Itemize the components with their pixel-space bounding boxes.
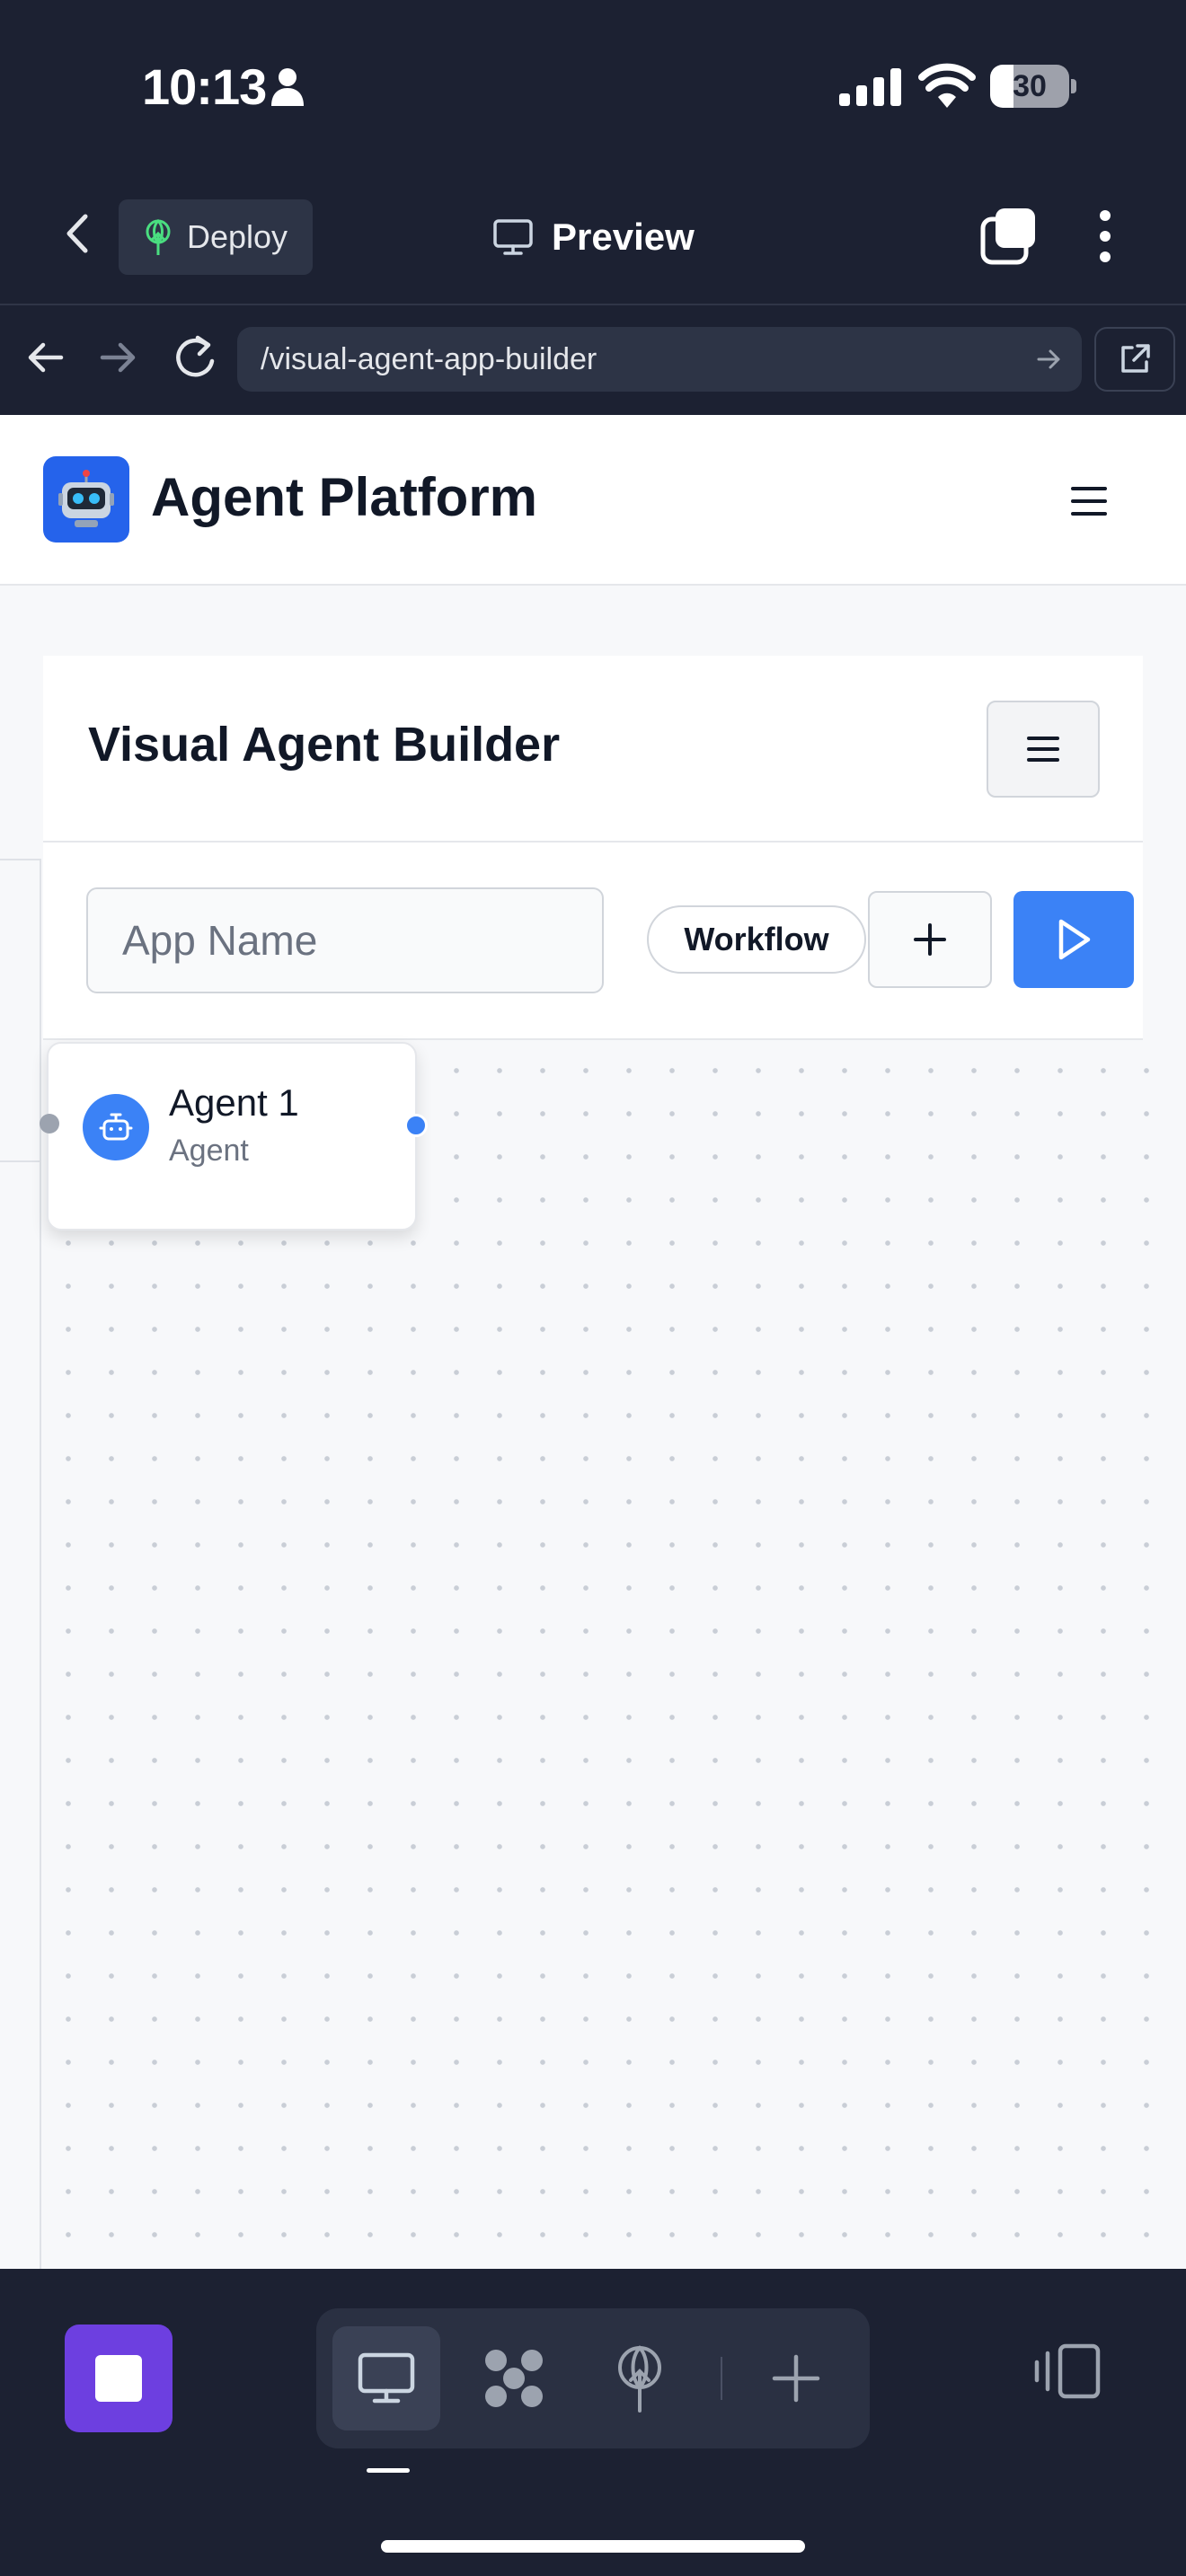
robot-logo-icon [43,456,129,543]
hamburger-menu-icon[interactable] [1069,483,1109,519]
url-field[interactable]: /visual-agent-app-builder [237,327,1082,392]
battery-percent: 30 [1013,69,1047,103]
app-name-input[interactable] [86,887,604,993]
hamburger-menu-icon [1027,737,1059,762]
builder-title: Visual Agent Builder [88,718,561,772]
dock-deploy-button[interactable] [586,2326,694,2430]
status-time: 10:13 [142,58,267,115]
agent-node-name: Agent 1 [169,1081,299,1124]
builder-menu-button[interactable] [987,701,1100,798]
reload-icon[interactable] [171,331,221,384]
view-dock [316,2308,870,2448]
stop-icon [95,2355,142,2402]
deploy-icon [146,219,171,255]
monitor-icon [358,2352,415,2404]
plus-icon [914,923,946,956]
active-tab-indicator [367,2468,410,2473]
battery-indicator: 30 [990,65,1076,108]
browser-forward-icon[interactable] [95,334,142,381]
dock-preview-button[interactable] [332,2326,440,2430]
deploy-icon [618,2345,661,2413]
browser-bar: /visual-agent-app-builder [0,307,1186,415]
agent-node-type: Agent [169,1134,249,1168]
plus-icon [772,2354,820,2403]
person-icon [271,68,304,106]
monitor-icon [493,219,533,255]
site-header: Agent Platform [0,415,1186,586]
more-options-icon[interactable] [1087,207,1123,266]
home-indicator [381,2540,805,2553]
builder-toolbar: Workflow [43,842,1143,1040]
app-toolbar: Deploy Preview [0,171,1186,305]
deploy-label: Deploy [187,218,288,255]
arrow-right-icon[interactable] [1035,345,1064,374]
status-bar: 10:13 30 [0,0,1186,171]
browser-back-icon[interactable] [22,334,68,381]
dock-add-button[interactable] [742,2326,850,2430]
run-button[interactable] [1013,891,1134,988]
builder-header: Visual Agent Builder [43,656,1143,842]
add-node-button[interactable] [868,891,992,988]
tabs-switcher-icon[interactable] [979,207,1039,266]
wifi-icon [918,63,976,108]
site-title: Agent Platform [151,467,538,527]
stop-button[interactable] [65,2325,173,2432]
node-input-handle[interactable] [40,1114,59,1134]
play-icon [1058,919,1091,960]
url-text: /visual-agent-app-builder [261,342,597,376]
open-external-button[interactable] [1094,327,1175,392]
deploy-button[interactable]: Deploy [119,199,313,275]
workflow-button[interactable]: Workflow [647,905,866,974]
external-link-icon [1121,344,1150,373]
chevron-left-icon [66,214,88,253]
back-button[interactable] [50,207,104,260]
bottom-bar [0,2269,1186,2576]
node-output-handle[interactable] [404,1114,428,1137]
agent-node[interactable]: Agent 1 Agent [47,1042,417,1231]
cellular-signal-icon [839,68,901,106]
dock-workspace-button[interactable] [460,2326,568,2430]
preview-label: Preview [552,216,695,258]
workspace-icon [485,2350,543,2407]
web-content: Agent Platform Visual Agent Builder Work… [0,415,1186,2269]
preview-tab[interactable]: Preview [492,210,695,264]
bot-icon [83,1094,149,1160]
left-panel-edge [0,859,41,2269]
side-panel-icon[interactable] [1033,2342,1102,2400]
